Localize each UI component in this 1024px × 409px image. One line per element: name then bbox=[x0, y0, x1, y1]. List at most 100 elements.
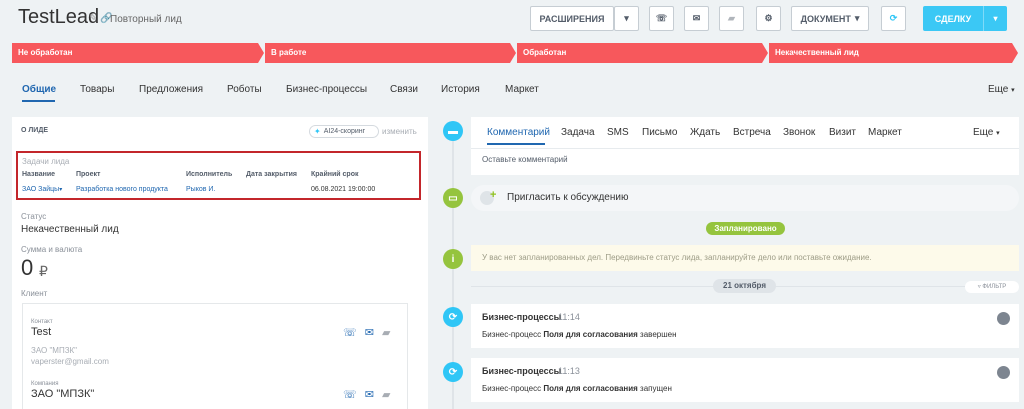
chat-icon: ▭ bbox=[443, 188, 463, 208]
event-prefix: Бизнес-процесс bbox=[482, 330, 542, 339]
tab-meeting[interactable]: Встреча bbox=[733, 127, 771, 138]
task-name-link[interactable]: ЗАО Зайцы▾ bbox=[22, 186, 62, 193]
tab-robots[interactable]: Роботы bbox=[227, 84, 262, 95]
contact-email: vaperster@gmail.com bbox=[31, 357, 109, 366]
task-deadline: 06.08.2021 19:00:00 bbox=[311, 186, 376, 193]
tab-email[interactable]: Письмо bbox=[642, 127, 677, 138]
active-tab-indicator bbox=[22, 100, 55, 102]
sum-label: Сумма и валюта bbox=[21, 245, 83, 254]
comment-input[interactable]: Оставьте комментарий bbox=[482, 155, 568, 164]
filter-icon: ▿ bbox=[977, 284, 981, 290]
tab-more[interactable]: Еще ▾ bbox=[973, 127, 1000, 138]
avatar[interactable] bbox=[997, 366, 1010, 379]
tab-links[interactable]: Связи bbox=[390, 84, 418, 95]
settings-button[interactable]: ⚙ bbox=[756, 6, 781, 31]
event-prefix: Бизнес-процесс bbox=[482, 384, 542, 393]
stage-item[interactable]: В работе bbox=[265, 43, 516, 63]
filter-label: ФИЛЬТР bbox=[982, 284, 1007, 290]
sum-value: 0 bbox=[21, 255, 34, 280]
event-title: Бизнес-процессы bbox=[482, 312, 562, 322]
event-process-name: Поля для согласования bbox=[543, 330, 638, 339]
page-header: TestLead ✎ 🔗 Повторный лид РАСШИРЕНИЯ ▾ … bbox=[0, 0, 1024, 40]
tab-wait[interactable]: Ждать bbox=[690, 127, 720, 138]
task-project-link[interactable]: Разработка нового продукта bbox=[76, 186, 168, 193]
chevron-down-icon[interactable]: ▾ bbox=[984, 14, 1007, 23]
extensions-dropdown-button[interactable]: ▾ bbox=[614, 6, 639, 31]
company-name[interactable]: ЗАО "МПЗК" bbox=[31, 388, 94, 400]
extensions-button-label: РАСШИРЕНИЯ bbox=[539, 13, 605, 24]
tab-more-label: Еще bbox=[988, 84, 1009, 95]
ai-scoring-badge[interactable]: ✦ AI24-скоринг bbox=[309, 125, 379, 138]
tab-market[interactable]: Маркет bbox=[505, 84, 539, 95]
document-button[interactable]: ДОКУМЕНТ ▾ bbox=[791, 6, 869, 31]
event-time: 11:14 bbox=[558, 312, 580, 322]
filter-button[interactable]: ▿ ФИЛЬТР bbox=[965, 281, 1019, 293]
task-assignee-link[interactable]: Рыков И. bbox=[186, 186, 215, 193]
currency-symbol: ₽ bbox=[39, 263, 48, 279]
tab-products[interactable]: Товары bbox=[80, 84, 114, 95]
avatar[interactable] bbox=[997, 312, 1010, 325]
lead-tasks-table: Задачи лида Название Проект Исполнитель … bbox=[16, 151, 421, 200]
bp-button[interactable]: ⟳ bbox=[881, 6, 906, 31]
timeline-event: Бизнес-процессы 11:13 Бизнес-процесс Пол… bbox=[471, 358, 1019, 402]
tab-sms[interactable]: SMS bbox=[607, 127, 629, 138]
tab-task[interactable]: Задача bbox=[561, 127, 595, 138]
chevron-down-icon: ▾ bbox=[59, 187, 63, 193]
phone-icon[interactable]: ☏ bbox=[343, 326, 357, 339]
contact-name[interactable]: Test bbox=[31, 326, 51, 338]
tab-business-processes[interactable]: Бизнес-процессы bbox=[286, 84, 367, 95]
phone-button[interactable]: ☏ bbox=[649, 6, 674, 31]
stage-item[interactable]: Некачественный лид bbox=[769, 43, 1018, 63]
event-text: Бизнес-процесс Поля для согласования зав… bbox=[482, 330, 677, 339]
extensions-button[interactable]: РАСШИРЕНИЯ bbox=[530, 6, 614, 31]
tab-comment[interactable]: Комментарий bbox=[487, 127, 550, 138]
column-header: Название bbox=[22, 171, 56, 178]
event-suffix: завершен bbox=[640, 330, 677, 339]
business-process-icon: ⟳ bbox=[443, 362, 463, 382]
ai-scoring-label: AI24-скоринг bbox=[323, 128, 366, 135]
company-label: Компания bbox=[31, 381, 59, 387]
envelope-icon[interactable]: ✉ bbox=[365, 388, 374, 401]
status-label: Статус bbox=[21, 212, 47, 221]
tab-market[interactable]: Маркет bbox=[868, 127, 902, 138]
chat-button[interactable]: ▰ bbox=[719, 6, 744, 31]
status-value: Некачественный лид bbox=[21, 224, 119, 235]
tab-history[interactable]: История bbox=[441, 84, 480, 95]
phone-icon[interactable]: ☏ bbox=[343, 388, 357, 401]
chat-icon[interactable]: ▰ bbox=[382, 326, 390, 339]
section-title: О ЛИДЕ bbox=[21, 127, 48, 134]
event-time: 11:13 bbox=[558, 366, 580, 376]
chevron-down-icon: ▾ bbox=[854, 13, 860, 23]
chat-icon: ▰ bbox=[728, 13, 735, 23]
planned-badge: Запланировано bbox=[706, 222, 785, 235]
column-header: Проект bbox=[76, 171, 101, 178]
task-name: ЗАО Зайцы bbox=[22, 186, 60, 193]
stage-item[interactable]: Не обработан bbox=[12, 43, 264, 63]
chat-icon[interactable]: ▰ bbox=[382, 388, 390, 401]
contact-label: Контакт bbox=[31, 319, 53, 325]
invite-to-discussion[interactable]: + Пригласить к обсуждению bbox=[471, 185, 1019, 211]
tab-offers[interactable]: Предложения bbox=[139, 84, 203, 95]
tab-more[interactable]: Еще ▾ bbox=[988, 84, 1015, 95]
date-separator: 21 октября bbox=[713, 279, 776, 293]
stage-item[interactable]: Обработан bbox=[517, 43, 768, 63]
active-tab-indicator bbox=[487, 143, 545, 145]
event-suffix: запущен bbox=[640, 384, 672, 393]
tab-visit[interactable]: Визит bbox=[829, 127, 856, 138]
envelope-icon[interactable]: ✉ bbox=[365, 326, 374, 339]
invite-label: Пригласить к обсуждению bbox=[507, 192, 629, 203]
gear-icon: ⚙ bbox=[764, 13, 773, 23]
change-link[interactable]: изменить bbox=[382, 127, 417, 136]
column-header: Исполнитель bbox=[186, 171, 233, 178]
client-label: Клиент bbox=[21, 289, 48, 298]
create-deal-button[interactable]: СДЕЛКУ ▾ bbox=[923, 6, 1007, 31]
email-button[interactable]: ✉ bbox=[684, 6, 709, 31]
chevron-down-icon: ▾ bbox=[996, 130, 1000, 137]
main-tabs: Общие Товары Предложения Роботы Бизнес-п… bbox=[0, 80, 1024, 102]
tab-general[interactable]: Общие bbox=[22, 84, 56, 95]
plus-icon: + bbox=[490, 189, 497, 201]
event-title: Бизнес-процессы bbox=[482, 366, 562, 376]
phone-icon: ☏ bbox=[655, 13, 668, 23]
business-process-icon: ⟳ bbox=[443, 307, 463, 327]
tab-call[interactable]: Звонок bbox=[783, 127, 815, 138]
